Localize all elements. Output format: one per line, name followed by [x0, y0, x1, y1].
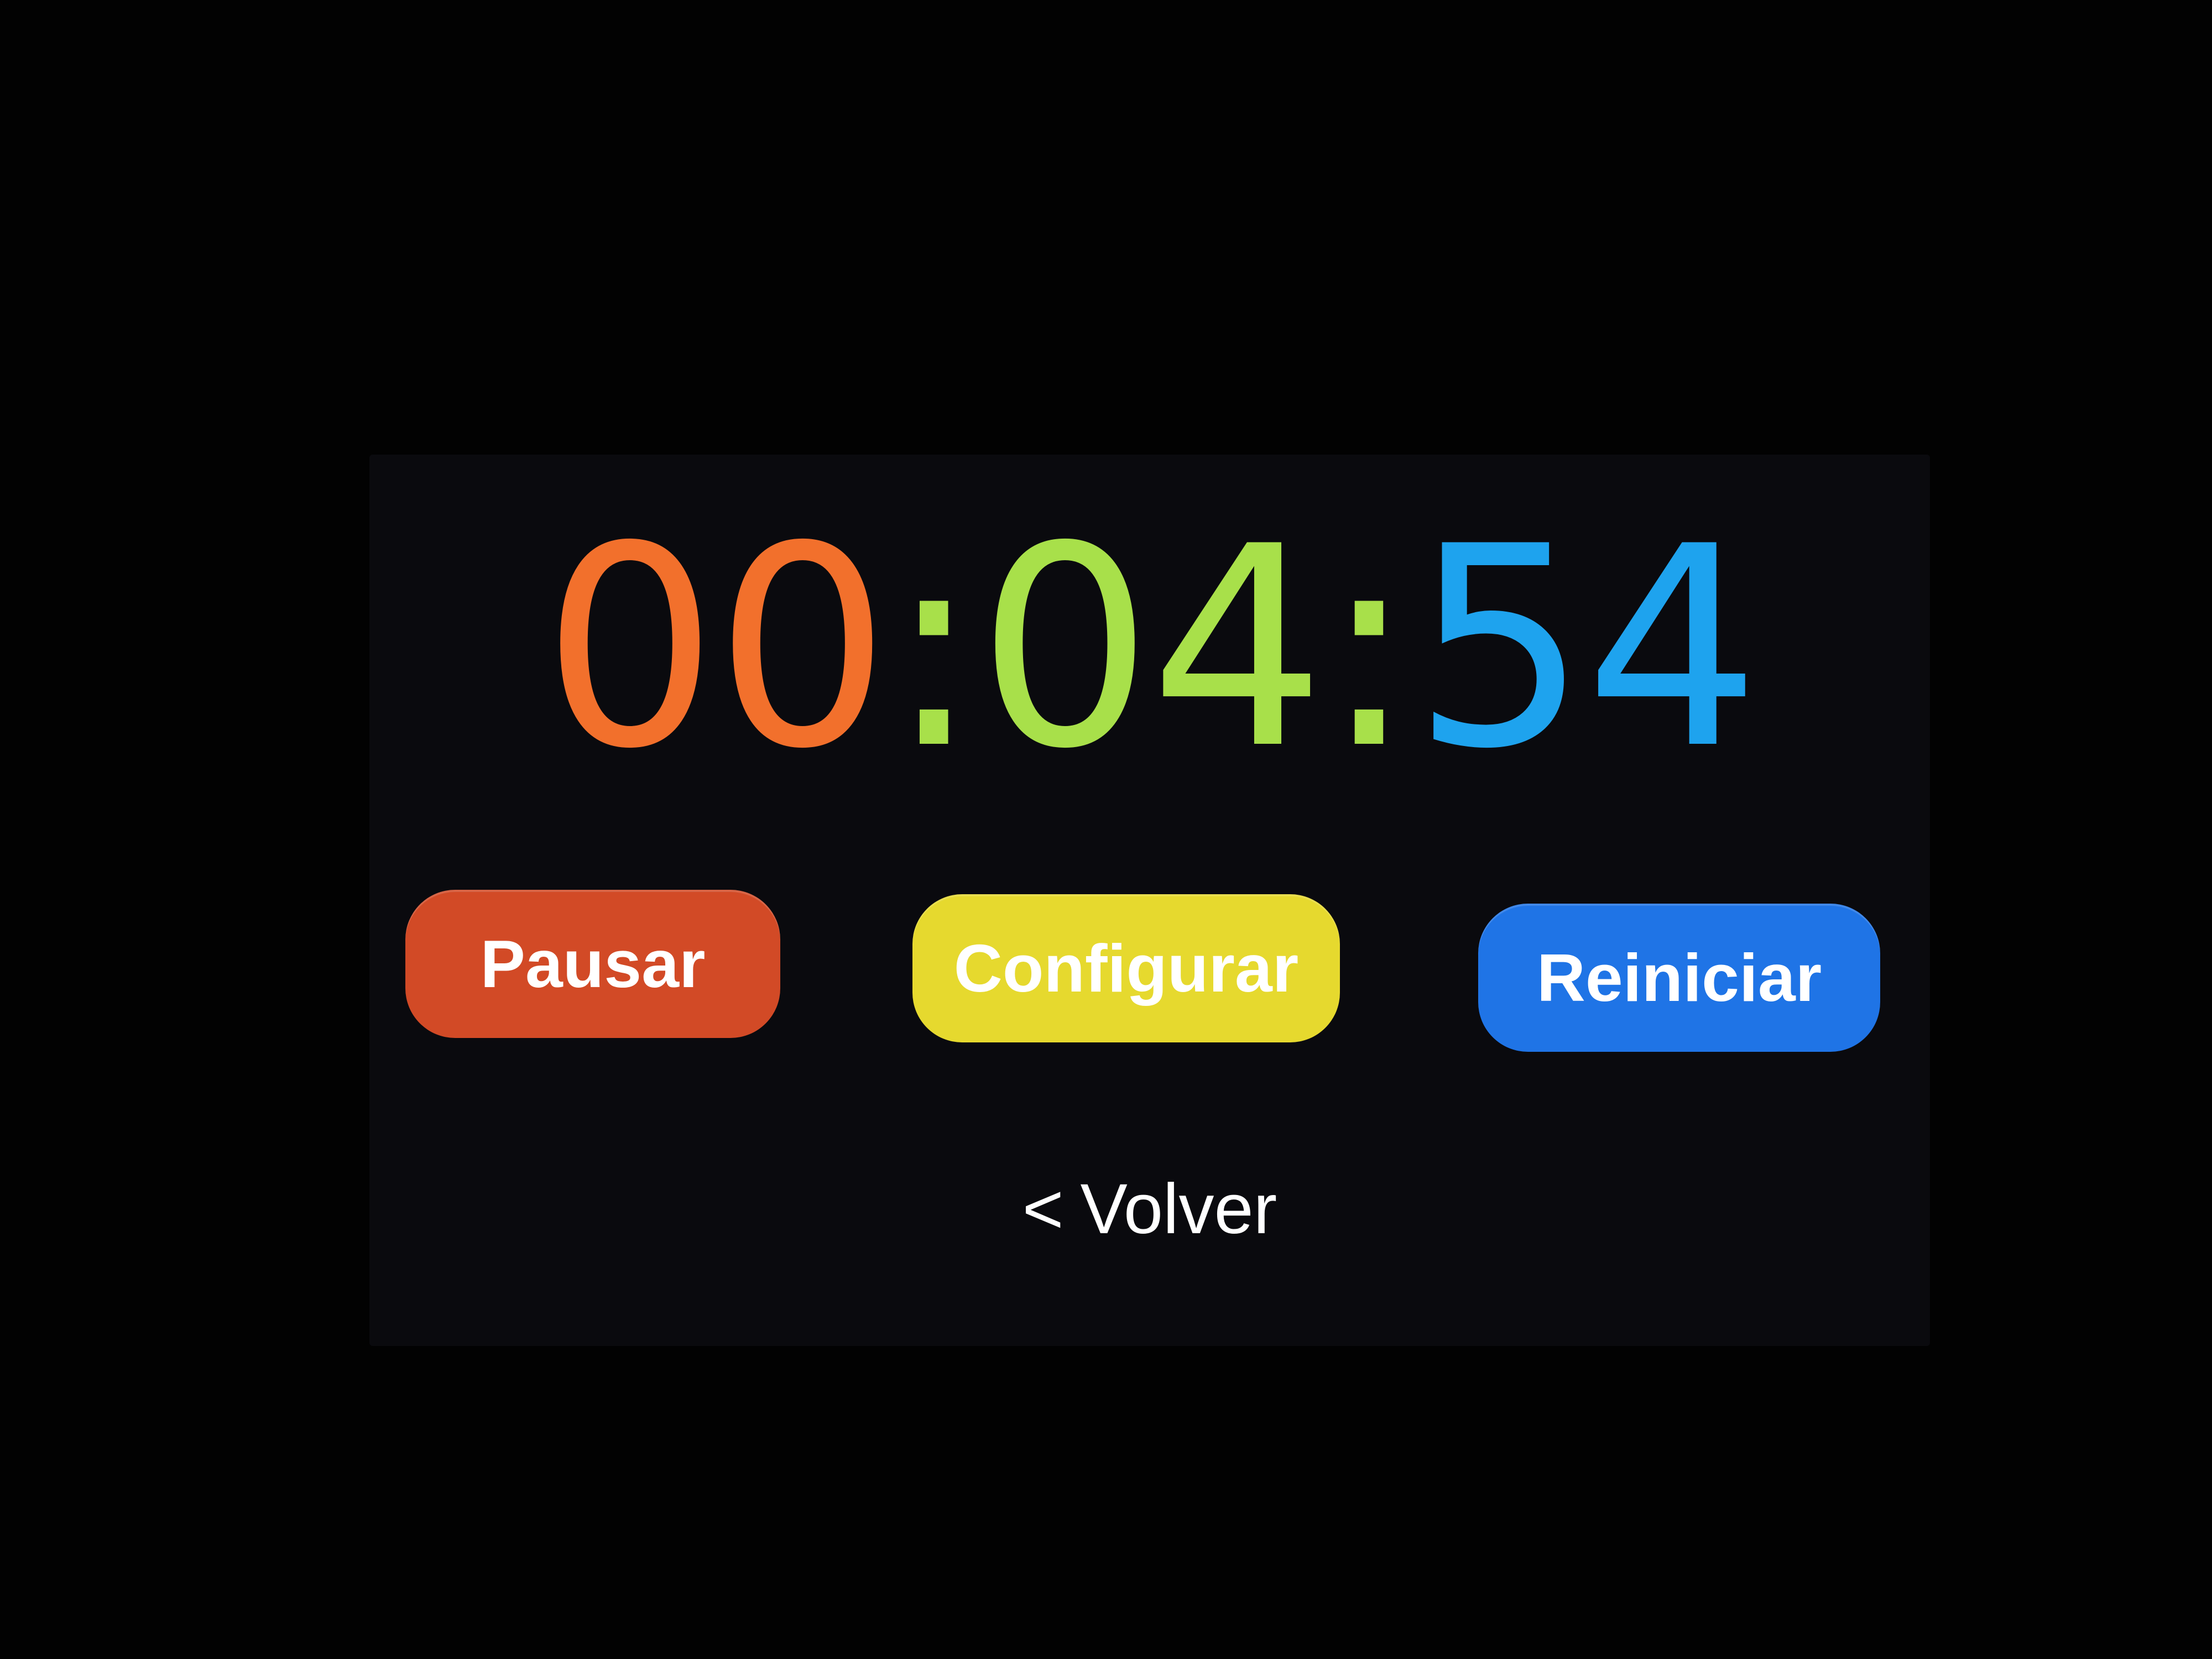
timer-display: 00:04:54: [369, 487, 1930, 809]
timer-minutes: 04: [977, 487, 1326, 809]
timer-separator: :: [887, 487, 980, 809]
timer-hours: 00: [542, 487, 890, 809]
device-screen: 00:04:54 Pausar Configurar Reiniciar < Vo…: [369, 455, 1930, 1346]
back-link-label: Volver: [1080, 1170, 1277, 1249]
chevron-left-icon: <: [1022, 1170, 1064, 1249]
reset-button-label: Reiniciar: [1536, 940, 1822, 1015]
pause-button[interactable]: Pausar: [405, 890, 780, 1038]
timer-separator: :: [1322, 487, 1415, 809]
reset-button[interactable]: Reiniciar: [1478, 904, 1880, 1052]
pause-button-label: Pausar: [480, 926, 706, 1001]
timer-seconds: 54: [1412, 487, 1761, 809]
back-link[interactable]: < Volver: [369, 1168, 1930, 1251]
configure-button-label: Configurar: [953, 931, 1299, 1006]
configure-button[interactable]: Configurar: [912, 894, 1340, 1042]
